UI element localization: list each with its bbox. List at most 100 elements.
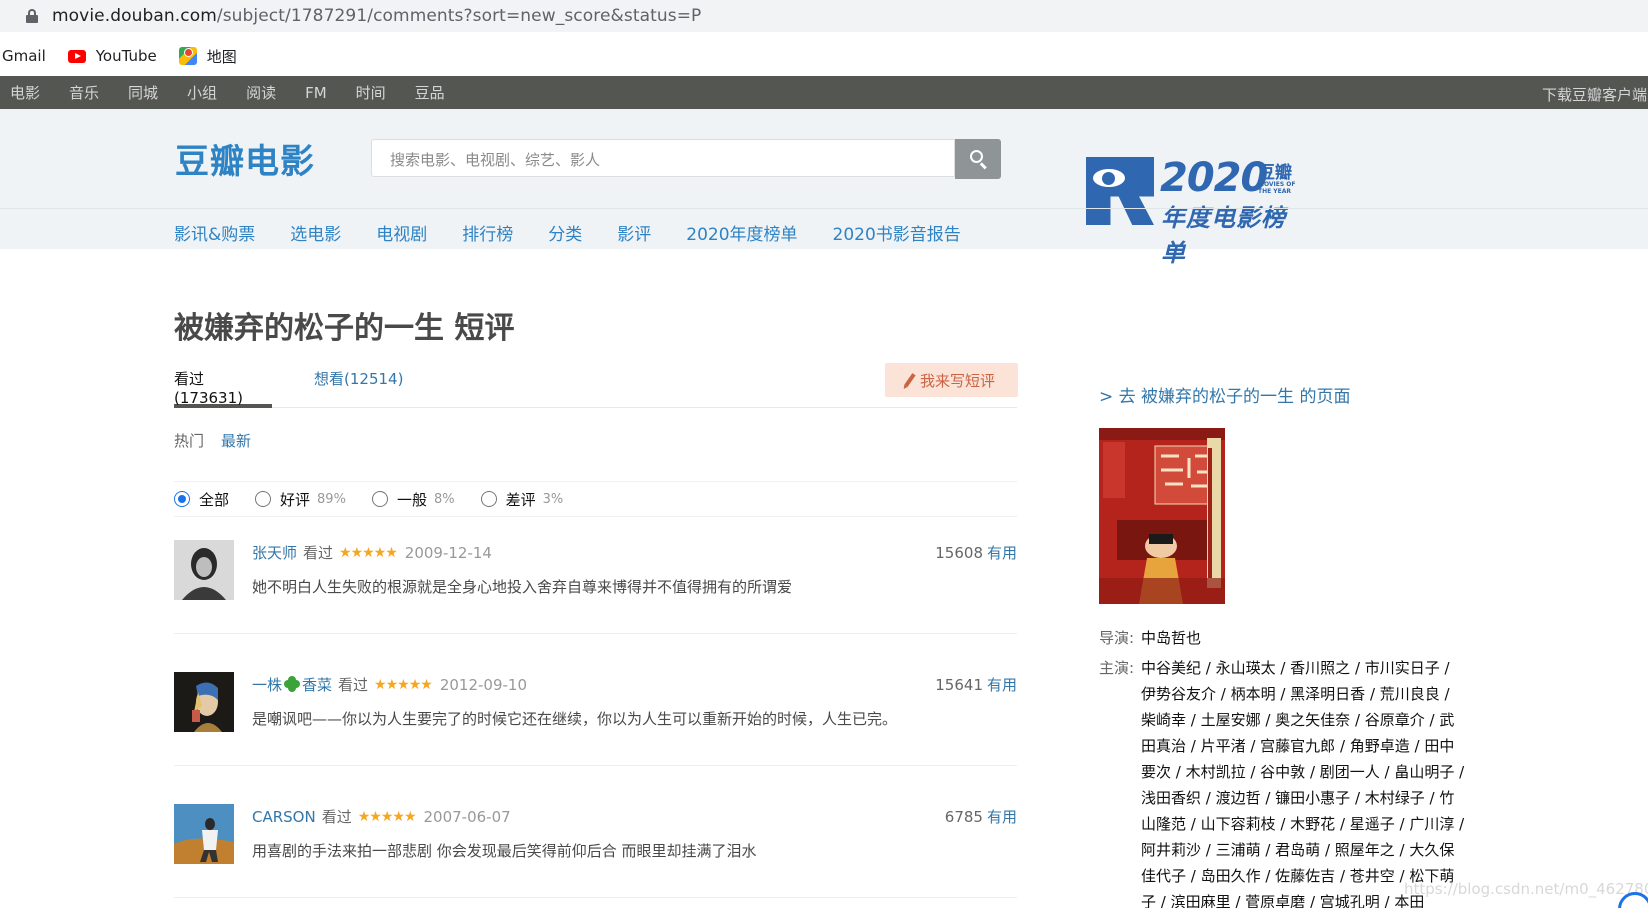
pencil-icon [904, 373, 916, 387]
address-bar[interactable]: movie.douban.com/subject/1787291/comment… [0, 0, 1648, 32]
douban-movie-logo[interactable]: 豆瓣电影 [175, 134, 315, 183]
rating-stars-icon: ★★★★★ [357, 808, 417, 825]
subnav-tickets[interactable]: 影讯&购票 [174, 220, 255, 245]
comment-votes: 6785 有用 [945, 806, 1017, 827]
radio-button[interactable] [371, 491, 388, 507]
subnav-tv[interactable]: 电视剧 [376, 220, 427, 245]
global-nav-read[interactable]: 阅读 [246, 82, 276, 103]
comment-header: 一株 香菜 看过 ★★★★★ 2012-09-10 [252, 674, 527, 695]
write-comment-button[interactable]: 我来写短评 [885, 363, 1018, 397]
global-nav-local[interactable]: 同城 [128, 82, 158, 103]
sort-hot[interactable]: 热门 [174, 430, 204, 451]
filter-label: 全部 [199, 490, 230, 509]
tab-watched[interactable]: 看过(173631) [174, 368, 272, 408]
vote-count: 6785 [944, 808, 983, 826]
bookmark-gmail[interactable]: Gmail [2, 47, 46, 65]
cast-names[interactable]: 中谷美纪 / 永山瑛太 / 香川照之 / 市川实日子 / 伊势谷友介 / 柄本明… [1141, 655, 1469, 908]
comment-date: 2012-09-10 [439, 675, 527, 694]
write-comment-label: 我来写短评 [919, 371, 995, 390]
bookmark-youtube[interactable]: YouTube [67, 47, 157, 65]
site-header: 豆瓣电影 搜索电影、电视剧、综艺、影人 2020 豆瓣 MOVIES OF TH… [0, 109, 1648, 267]
comment-date: 2009-12-14 [404, 543, 492, 562]
radio-button[interactable] [255, 491, 272, 507]
global-nav-group[interactable]: 小组 [187, 82, 217, 103]
comment-user[interactable]: CARSON [252, 808, 316, 826]
comment-header: CARSON 看过 ★★★★★ 2007-06-07 [252, 806, 511, 827]
comment-header: 张天师 看过 ★★★★★ 2009-12-14 [252, 542, 492, 563]
cast-label: 主演: [1099, 659, 1135, 677]
page-title: 被嫌弃的松子的一生 短评 [174, 311, 515, 346]
useful-button[interactable]: 有用 [987, 544, 1017, 562]
filter-percent: 8% [433, 491, 455, 507]
url-text[interactable]: movie.douban.com/subject/1787291/comment… [52, 6, 701, 26]
comment-user[interactable]: 一株 香菜 [252, 674, 332, 695]
rating-filters: 全部 好评 89% 一般 8% 差评 3% [174, 481, 1017, 517]
director-label: 导演: [1099, 629, 1135, 647]
bookmark-label: Gmail [2, 47, 46, 65]
subnav-annual-list[interactable]: 2020年度榜单 [686, 220, 797, 245]
global-nav-fm[interactable]: FM [305, 84, 327, 102]
comment-text: 她不明白人生失败的根源就是全身心地投入舍弃自尊来博得并不值得拥有的所谓爱 [252, 578, 793, 596]
useful-button[interactable]: 有用 [987, 676, 1017, 694]
clover-icon [284, 676, 301, 692]
radio-button-checked[interactable] [174, 491, 190, 507]
search-button[interactable] [955, 139, 1001, 179]
useful-button[interactable]: 有用 [987, 808, 1017, 826]
sort-new[interactable]: 最新 [221, 430, 251, 451]
subnav-tag[interactable]: 分类 [548, 220, 582, 245]
global-nav-music[interactable]: 音乐 [69, 82, 99, 103]
avatar[interactable] [174, 540, 234, 600]
global-nav: 电影 音乐 同城 小组 阅读 FM 时间 豆品 下载豆瓣客户端 [0, 76, 1648, 109]
subnav-annual-report[interactable]: 2020书影音报告 [833, 220, 961, 245]
movie-page-link[interactable]: > 去 被嫌弃的松子的一生 的页面 [1099, 382, 1350, 407]
tab-want[interactable]: 想看(12514) [314, 368, 403, 389]
cast-row: 主演: 中谷美纪 / 永山瑛太 / 香川照之 / 市川实日子 / 伊势谷友介 /… [1099, 655, 1469, 908]
comment-item: 张天师 看过 ★★★★★ 2009-12-14 15608 有用 她不明白人生失败… [174, 540, 1017, 634]
comment-status: 看过 [338, 676, 369, 694]
search-icon [970, 150, 983, 163]
banner-tag: MOVIES OF THE YEAR [1258, 181, 1296, 195]
comment-item: 一株 香菜 看过 ★★★★★ 2012-09-10 15641 有用 是嘲讽吧——你… [174, 672, 1017, 766]
comment-votes: 15608 有用 [935, 542, 1017, 563]
bookmark-maps[interactable]: 地图 [178, 46, 237, 67]
filter-bad[interactable]: 差评 3% [480, 489, 564, 510]
comment-date: 2007-06-07 [423, 807, 511, 826]
rating-stars-icon: ★★★★★ [374, 676, 433, 693]
year-list-banner[interactable]: 2020 豆瓣 MOVIES OF THE YEAR 年度电影榜单 [1086, 155, 1296, 267]
watermark: https://blog.csdn.net/m0_46278037 [1404, 880, 1648, 898]
lock-icon[interactable] [26, 9, 38, 23]
comment-user[interactable]: 张天师 [252, 542, 297, 563]
filter-good[interactable]: 好评 89% [255, 489, 346, 510]
filter-all[interactable]: 全部 [174, 489, 229, 510]
download-app-link[interactable]: 下载豆瓣客户端 [1542, 84, 1647, 105]
comment-text: 是嘲讽吧——你以为人生要完了的时候它还在继续，你以为人生可以重新开始的时候，人生… [252, 710, 898, 728]
bookmarks-bar: Gmail YouTube 地图 [0, 38, 259, 74]
movie-info: 导演: 中岛哲也 主演: 中谷美纪 / 永山瑛太 / 香川照之 / 市川实日子 … [1099, 625, 1469, 908]
director-name[interactable]: 中岛哲也 [1141, 625, 1469, 651]
movie-poster[interactable] [1099, 428, 1225, 604]
maps-icon [178, 47, 197, 65]
movie-subnav: 影讯&购票 选电影 电视剧 排行榜 分类 影评 2020年度榜单 2020书影音… [174, 220, 996, 245]
banner-brand: 豆瓣 [1258, 163, 1292, 183]
rating-stars-icon: ★★★★★ [339, 544, 398, 561]
filter-label: 差评 [505, 490, 536, 509]
comment-text: 用喜剧的手法来拍一部悲剧 你会发现最后笑得前仰后合 而眼里却挂满了泪水 [252, 842, 757, 860]
comment-item: CARSON 看过 ★★★★★ 2007-06-07 6785 有用 用喜剧的手法… [174, 804, 1017, 898]
search-input[interactable]: 搜索电影、电视剧、综艺、影人 [371, 139, 955, 177]
divider [0, 208, 1648, 209]
filter-label: 好评 [280, 490, 311, 509]
filter-percent: 3% [542, 491, 564, 507]
avatar[interactable] [174, 804, 234, 864]
global-nav-market[interactable]: 豆品 [415, 82, 445, 103]
subnav-chart[interactable]: 排行榜 [462, 220, 513, 245]
subnav-explore[interactable]: 选电影 [290, 220, 341, 245]
avatar[interactable] [174, 672, 234, 732]
comment-votes: 15641 有用 [935, 674, 1017, 695]
bookmark-label: YouTube [95, 47, 157, 65]
global-nav-movie[interactable]: 电影 [10, 82, 40, 103]
filter-neutral[interactable]: 一般 8% [371, 489, 455, 510]
comment-status: 看过 [303, 544, 334, 562]
radio-button[interactable] [480, 491, 497, 507]
global-nav-time[interactable]: 时间 [356, 82, 386, 103]
subnav-review[interactable]: 影评 [617, 220, 651, 245]
